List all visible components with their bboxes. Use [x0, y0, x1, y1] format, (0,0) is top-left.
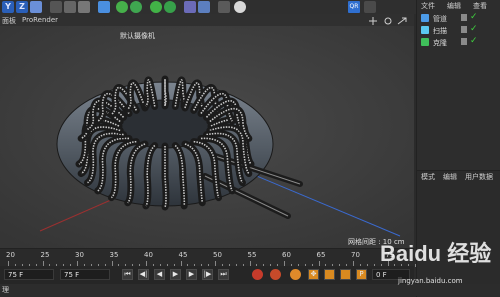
environment-button[interactable] [184, 1, 196, 13]
timeline-ruler[interactable]: 20 25 30 35 40 45 50 55 60 65 70 75 [0, 248, 417, 267]
play-button[interactable]: ▶ [170, 269, 181, 280]
object-name: 扫描 [433, 27, 447, 35]
om-menu-view[interactable]: 查看 [473, 1, 487, 11]
go-start-button[interactable]: ⏮ [122, 269, 133, 280]
status-bar: 理 [0, 284, 500, 296]
go-end-button[interactable]: ⏭ [218, 269, 229, 280]
menu-prorender[interactable]: ProRender [22, 16, 58, 24]
enabled-check-icon[interactable]: ✓ [470, 24, 478, 34]
pipe-icon [421, 14, 429, 22]
om-menu-file[interactable]: 文件 [421, 1, 435, 11]
axis-y-button[interactable]: Y [2, 1, 14, 13]
am-menu-edit[interactable]: 编辑 [443, 172, 457, 182]
object-row-pipe[interactable]: 管道 ✓ [421, 12, 499, 24]
axis-z-button[interactable]: Z [16, 1, 28, 13]
camera-label[interactable]: 默认摄像机 [120, 31, 155, 41]
layout-button[interactable] [364, 1, 376, 13]
am-menu-mode[interactable]: 模式 [421, 172, 435, 182]
layer-swatch[interactable] [461, 26, 467, 33]
object-manager: 文件 编辑 查看 管道 ✓ 扫描 ✓ 克隆 ✓ [416, 0, 500, 170]
object-name: 克隆 [433, 39, 447, 47]
next-frame-button[interactable]: ▶ [186, 269, 197, 280]
render-region-button[interactable] [50, 1, 62, 13]
am-menu-userdata[interactable]: 用户数据 [465, 172, 493, 182]
autokey-button[interactable] [270, 269, 281, 280]
timeline-tick-label: 40 [144, 251, 153, 259]
enabled-check-icon[interactable]: ✓ [470, 12, 478, 22]
playback-controls: 75 F 75 F ⏮ ◀| ◀ ▶ ▶ |▶ ⏭ ✥ P 0 F [0, 266, 414, 284]
viewport-menu: 面板 ProRender [0, 14, 414, 26]
prev-key-button[interactable]: ◀| [138, 269, 149, 280]
timeline-tick-label: 20 [6, 251, 15, 259]
layer-swatch[interactable] [461, 38, 467, 45]
cloner-icon [421, 38, 429, 46]
position-key-button[interactable]: ✥ [308, 269, 319, 280]
render-settings-button[interactable] [78, 1, 90, 13]
object-row-sweep[interactable]: 扫描 ✓ [421, 24, 499, 36]
menu-panel[interactable]: 面板 [2, 16, 16, 26]
timeline-tick-label: 50 [213, 251, 222, 259]
object-row-cloner[interactable]: 克隆 ✓ [421, 36, 499, 48]
render-view-button[interactable] [64, 1, 76, 13]
prev-frame-button[interactable]: ◀ [154, 269, 165, 280]
camera-button[interactable] [198, 1, 210, 13]
baidu-watermark: Baidu 经验 [380, 241, 492, 266]
baidu-watermark-url: jingyan.baidu.com [398, 277, 463, 285]
next-key-button[interactable]: |▶ [202, 269, 213, 280]
parameter-key-button[interactable]: P [356, 269, 367, 280]
deformer-button[interactable] [164, 1, 176, 13]
timeline-tick-label: 65 [316, 251, 326, 259]
timeline-tick-label: 45 [178, 251, 188, 259]
om-menu-edit[interactable]: 编辑 [447, 1, 461, 11]
qr-button[interactable]: QR [348, 1, 360, 13]
3d-viewport[interactable]: 默认摄像机 网格间距 : 10 cm [0, 26, 414, 248]
rotation-key-button[interactable] [340, 269, 351, 280]
enabled-check-icon[interactable]: ✓ [470, 36, 478, 46]
min-frame-field[interactable]: 75 F [4, 269, 54, 280]
timeline-tick-label: 55 [247, 251, 257, 259]
scale-key-button[interactable] [324, 269, 335, 280]
generator-button[interactable] [130, 1, 142, 13]
pen-spline-button[interactable] [116, 1, 128, 13]
light-button[interactable] [234, 1, 246, 13]
sweep-icon [421, 26, 429, 34]
layer-swatch[interactable] [461, 14, 467, 21]
object-name: 管道 [433, 15, 447, 23]
max-frame-field[interactable]: 75 F [60, 269, 110, 280]
timeline-tick-label: 70 [351, 251, 360, 259]
mograph-button[interactable] [150, 1, 162, 13]
timeline-tick-label: 35 [109, 251, 119, 259]
status-text: 理 [2, 286, 9, 294]
timeline-tick-label: 60 [282, 251, 291, 259]
floor-button[interactable] [218, 1, 230, 13]
timeline-tick-label: 30 [75, 251, 84, 259]
move-view-icon[interactable] [368, 16, 412, 26]
torus-coil-render [0, 26, 414, 248]
record-button[interactable] [252, 269, 263, 280]
timeline-tick-label: 25 [40, 251, 50, 259]
cube-object-button[interactable] [98, 1, 110, 13]
keyframe-selection-button[interactable] [290, 269, 301, 280]
coordinate-system-button[interactable] [30, 1, 42, 13]
